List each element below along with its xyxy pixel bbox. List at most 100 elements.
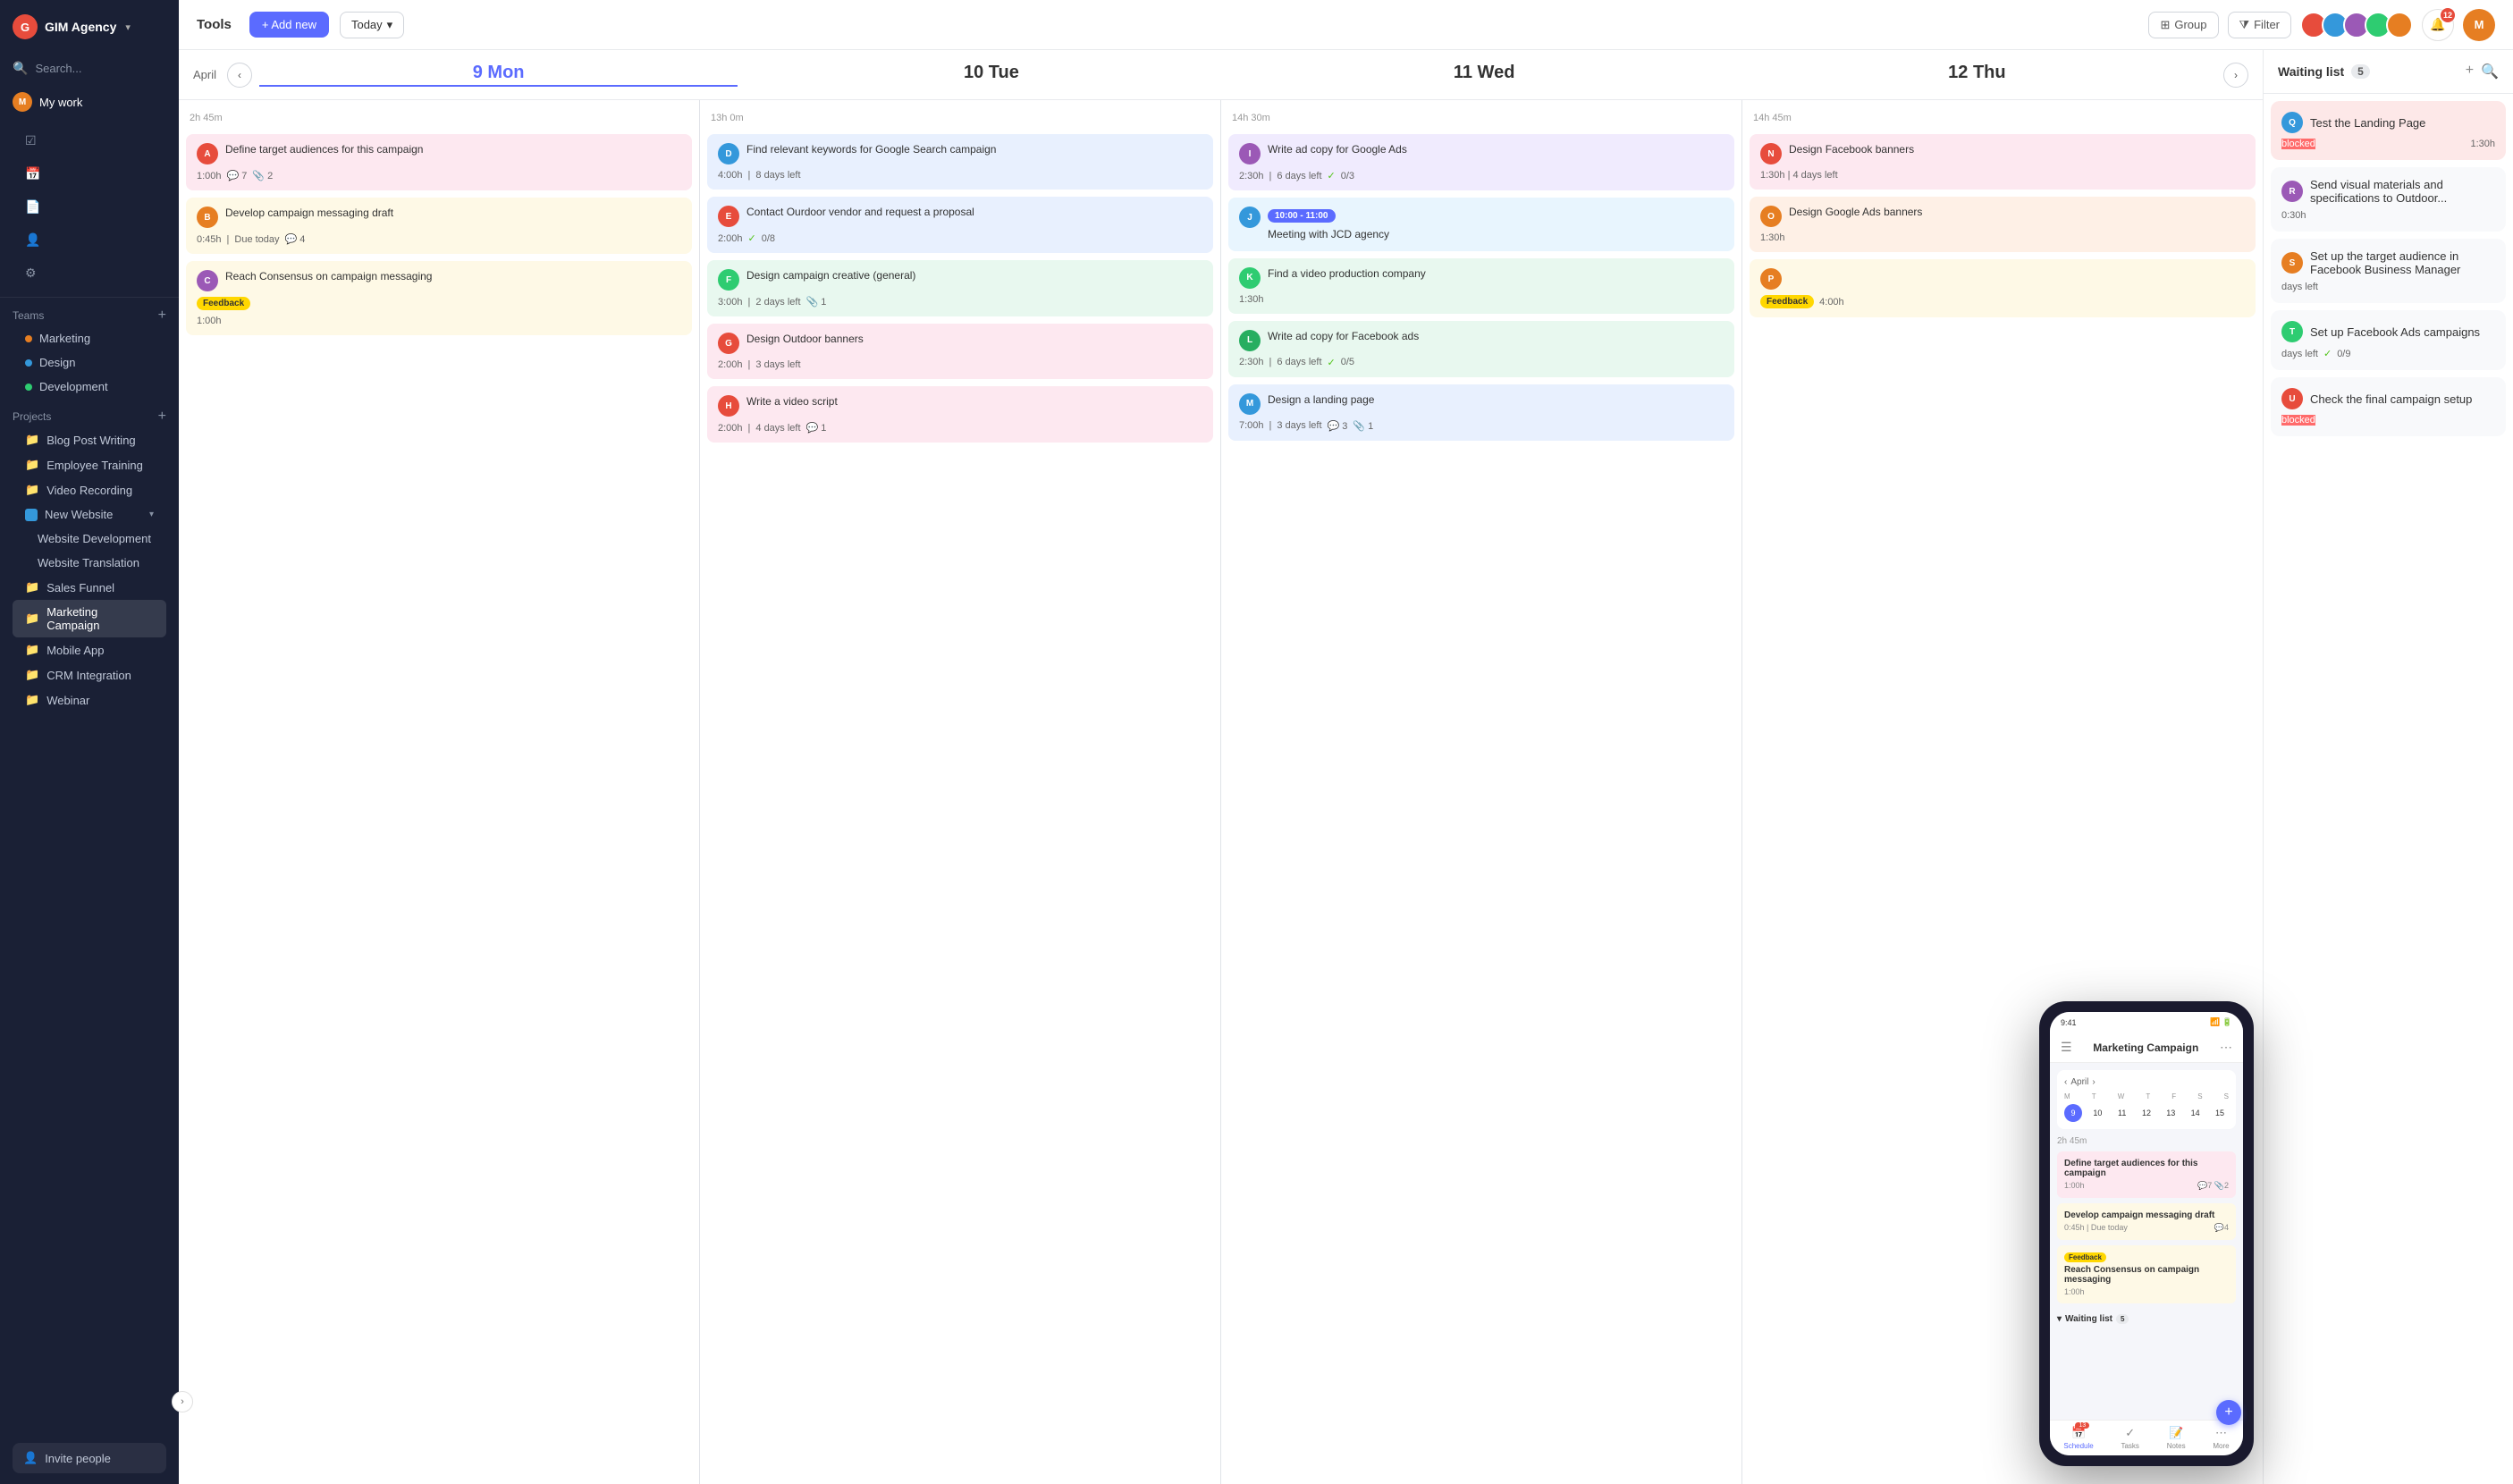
group-button[interactable]: ⊞ Group [2148,12,2218,38]
phone-day-9[interactable]: 9 [2064,1104,2082,1122]
sidebar-icon-doc[interactable]: 📄 [13,190,166,223]
add-project-button[interactable]: + [158,409,166,424]
wl-item-3[interactable]: S Set up the target audience in Facebook… [2271,239,2506,303]
task-card-6[interactable]: F Design campaign creative (general) 3:0… [707,260,1213,316]
sidebar-icon-check[interactable]: ☑ [13,124,166,157]
task-card-14[interactable]: N Design Facebook banners 1:30h | 4 days… [1750,134,2256,190]
sidebar-item-website-trans[interactable]: Website Translation [13,551,166,575]
phone-day-11[interactable]: 11 [2113,1104,2131,1122]
task-card-10[interactable]: J 10:00 - 11:00 Meeting with JCD agency [1228,198,1734,251]
projects-section-header[interactable]: Projects + [13,409,166,424]
sidebar-my-work[interactable]: M My work [0,83,179,121]
task-time-3: 1:00h [197,316,681,326]
task-card-9[interactable]: I Write ad copy for Google Ads 2:30h | 6… [1228,134,1734,190]
sidebar-item-new-website[interactable]: New Website ▾ [13,502,166,527]
task-card-8[interactable]: H Write a video script 2:00h | 4 days le… [707,386,1213,443]
task-meta-6: 3:00h | 2 days left 📎 1 [718,296,1202,308]
sidebar-icon-settings[interactable]: ⚙ [13,257,166,290]
sidebar: G GIM Agency ▾ 🔍 Search... M My work ☑ 📅… [0,0,179,1484]
calendar-nav-next[interactable]: › [2223,63,2248,88]
sidebar-icon-calendar[interactable]: 📅 [13,157,166,190]
task-card-4[interactable]: D Find relevant keywords for Google Sear… [707,134,1213,190]
cal-day-header-11: 11 Wed [1238,63,1731,87]
calendar-nav-prev[interactable]: ‹ [227,63,252,88]
project-name-training: Employee Training [46,459,143,472]
notifications-button[interactable]: 🔔 12 [2422,9,2454,41]
task-title-8: Write a video script [746,395,1202,409]
phone-fab-button[interactable]: + [2216,1400,2241,1425]
phone-cal-next[interactable]: › [2092,1077,2095,1087]
task-card-1[interactable]: A Define target audiences for this campa… [186,134,692,190]
phone-day-14[interactable]: 14 [2187,1104,2205,1122]
phone-task-card-2[interactable]: Develop campaign messaging draft 0:45h |… [2057,1203,2236,1240]
add-team-button[interactable]: + [158,308,166,323]
add-new-button[interactable]: + Add new [249,12,329,38]
sidebar-item-design[interactable]: Design [13,350,166,375]
sidebar-item-marketing[interactable]: Marketing [13,326,166,350]
phone-tab-notes[interactable]: 📝 Notes [2167,1426,2186,1450]
task-title-4: Find relevant keywords for Google Search… [746,143,1202,157]
sidebar-item-mobile-app[interactable]: 📁 Mobile App [13,637,166,662]
phone-day-10[interactable]: 10 [2088,1104,2106,1122]
filter-label: Filter [2254,18,2280,31]
phone-content: ‹ April › MTWTFSS 9 10 11 12 13 14 15 2h… [2050,1063,2243,1420]
task-card-5[interactable]: E Contact Ourdoor vendor and request a p… [707,197,1213,253]
wl-meta-2: 0:30h [2281,210,2495,221]
sidebar-item-marketing-campaign[interactable]: 📁 Marketing Campaign [13,600,166,637]
col-hours-thu: 14h 45m [1750,109,2256,127]
task-card-13[interactable]: M Design a landing page 7:00h | 3 days l… [1228,384,1734,441]
today-button[interactable]: Today ▾ [340,12,404,38]
phone-task-card-3[interactable]: Feedback Reach Consensus on campaign mes… [2057,1245,2236,1303]
sidebar-logo[interactable]: G GIM Agency ▾ [0,0,179,54]
sidebar-item-webinar[interactable]: 📁 Webinar [13,687,166,712]
task-meta-1: 1:00h 💬 7 📎 2 [197,170,681,181]
phone-tab-tasks[interactable]: ✓ Tasks [2121,1426,2138,1450]
phone-day-13[interactable]: 13 [2162,1104,2180,1122]
phone-tab-schedule[interactable]: 📅 13 Schedule [2063,1426,2093,1450]
teams-section-header[interactable]: Teams + [13,308,166,323]
user-avatar[interactable]: M [2463,9,2495,41]
calendar-day-headers: 9 Mon 10 Tue 11 Wed 12 Thu [252,63,2223,87]
task-card-3[interactable]: C Reach Consensus on campaign messaging … [186,261,692,335]
project-name-website: New Website [45,508,113,521]
sidebar-item-employee-training[interactable]: 📁 Employee Training [13,452,166,477]
task-card-2[interactable]: B Develop campaign messaging draft 0:45h… [186,198,692,254]
sidebar-item-blog-post[interactable]: 📁 Blog Post Writing [13,427,166,452]
phone-day-12[interactable]: 12 [2138,1104,2155,1122]
sidebar-item-development[interactable]: Development [13,375,166,399]
wl-item-5[interactable]: U Check the final campaign setup blocked [2271,377,2506,436]
waiting-list-add-button[interactable]: + [2466,63,2474,80]
sidebar-collapse-button[interactable]: › [172,1391,193,1412]
sidebar-item-crm[interactable]: 📁 CRM Integration [13,662,166,687]
sidebar-icon-person[interactable]: 👤 [13,223,166,257]
wl-avatar-1: Q [2281,112,2303,133]
wl-item-1[interactable]: Q Test the Landing Page blocked 1:30h [2271,101,2506,160]
wl-item-2[interactable]: R Send visual materials and specificatio… [2271,167,2506,232]
task-title-1: Define target audiences for this campaig… [225,143,681,157]
phone-day-15[interactable]: 15 [2211,1104,2229,1122]
sidebar-item-website-dev[interactable]: Website Development [13,527,166,551]
task-avatar-2: B [197,207,218,228]
task-card-11[interactable]: K Find a video production company 1:30h [1228,258,1734,314]
task-meta-3: Feedback [197,297,681,310]
phone-task-card-1[interactable]: Define target audiences for this campaig… [2057,1151,2236,1198]
invite-label: Invite people [45,1452,111,1465]
filter-button[interactable]: ⧩ Filter [2228,12,2292,38]
task-title-6: Design campaign creative (general) [746,269,1202,283]
task-card-12[interactable]: L Write ad copy for Facebook ads 2:30h |… [1228,321,1734,377]
waiting-list-search-button[interactable]: 🔍 [2481,63,2499,80]
projects-section: Projects + 📁 Blog Post Writing 📁 Employe… [0,402,179,716]
task-card-15[interactable]: O Design Google Ads banners 1:30h [1750,197,2256,252]
sidebar-item-video-recording[interactable]: 📁 Video Recording [13,477,166,502]
sidebar-item-sales-funnel[interactable]: 📁 Sales Funnel [13,575,166,600]
invite-people-button[interactable]: 👤 Invite people [13,1443,166,1473]
sidebar-search[interactable]: 🔍 Search... [0,54,179,83]
phone-tab-more[interactable]: ⋯ More [2213,1426,2229,1450]
wl-item-4[interactable]: T Set up Facebook Ads campaigns days lef… [2271,310,2506,370]
phone-cal-prev[interactable]: ‹ [2064,1077,2067,1087]
task-card-7[interactable]: G Design Outdoor banners 2:00h | 3 days … [707,324,1213,379]
cal-day-header-9: 9 Mon [252,63,745,87]
calendar-header: April ‹ 9 Mon 10 Tue 11 Wed 12 Thu [179,50,2263,100]
task-card-16[interactable]: P Feedback 4:00h [1750,259,2256,317]
task-avatar-4: D [718,143,739,164]
